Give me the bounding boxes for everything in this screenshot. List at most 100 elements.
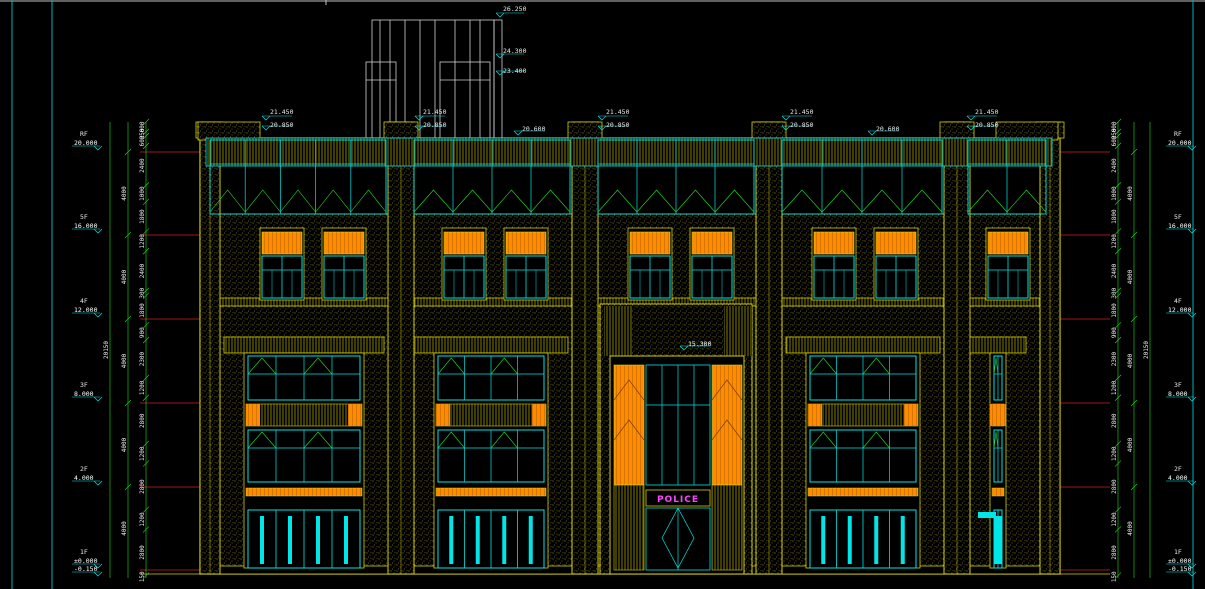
dim-segment: 1800 [139,303,146,318]
level-marker [1187,396,1197,402]
pilaster-cap [567,121,603,139]
level-value: -0.150 [1168,565,1192,573]
pilaster-cap [751,121,787,139]
bay-spandrel-orange [532,404,546,426]
bay-spandrel-orange [808,404,822,426]
elevation-drawing: POLICE 26.250 24.300 23.400 21.450 20.850… [0,0,1205,589]
window-orange-head [505,231,547,255]
bay-header [223,336,385,354]
dim-floor-height: 4000 [1127,521,1134,536]
dim-segment: 2800 [1111,479,1118,494]
dim-floor-height: 4000 [121,186,128,201]
elev-roof-low: 23.400 [495,67,527,76]
parapet-elevation-bottom: 20.850 [606,121,630,129]
parapet-marker [781,115,791,121]
dim-segment: 1200 [139,380,146,395]
dim-segment: 2400 [1111,263,1118,278]
level-value: 8.000 [1168,390,1188,398]
parapet-elevation-top: 21.450 [975,108,999,116]
dim-segment: 1200 [1111,446,1118,461]
bay-spandrel [245,403,363,427]
level-marker [93,396,103,402]
door-handle-bar [998,516,1002,564]
level-floor-name: RF [80,130,88,138]
elev-roof-peak: 26.250 [495,5,527,18]
dim-floor-height: 4000 [1127,269,1134,284]
dim-floor-height: 4000 [121,269,128,284]
dim-floor-height: 4000 [121,521,128,536]
dim-segment: 1200 [1111,512,1118,527]
dim-floor-height: 4000 [121,437,128,452]
level-value: 20.000 [1168,139,1192,147]
bay-spandrel-orange [990,404,1004,426]
dim-segment: 2400 [139,263,146,278]
dim-segment: 2400 [139,158,146,173]
window-orange-head [629,231,671,255]
level-floor-name: 2F [80,465,88,473]
parapet-marker [414,115,424,121]
bay-header [413,336,569,354]
svg-text:20.600: 20.600 [522,125,546,133]
dim-segment: 1800 [139,209,146,224]
door-handle-bar [900,516,905,564]
door-handle-bar [502,516,507,564]
bay-spandrel-orange [246,404,260,426]
level-value: 16.000 [74,222,98,230]
level-floor-name: 1F [80,548,88,556]
window-orange-head [323,231,365,255]
main-entrance: POLICE [599,303,753,575]
bay-header [969,336,1027,354]
dim-floor-height: 4000 [121,353,128,368]
parapet-elevation-top: 21.450 [270,108,294,116]
dim-segment: 2800 [139,545,146,560]
level-marker [93,480,103,486]
parapet-marker [261,115,271,121]
level-floor-name: 4F [80,297,88,305]
parapet-elevation-bottom: 20.850 [975,121,999,129]
bay-spandrel-orange [436,404,450,426]
parapet-elevation-bottom: 20.850 [423,121,447,129]
bay-sill-orange [435,487,547,497]
level-floor-name: 5F [80,213,88,221]
parapet-marker [261,125,271,131]
entrance-left-orange-panel [613,364,645,486]
dim-segment: 1200 [139,234,146,249]
dim-segment: 2300 [1111,351,1118,366]
left-level-marks: RF20.000 5F16.000 4F12.000 3F8.000 2F4.000 1F… [72,130,103,577]
dim-overall: 20150 [103,341,110,359]
dim-floor-height: 4000 [1127,437,1134,452]
svg-text:26.250: 26.250 [503,5,527,13]
door-handle-bar [344,516,348,564]
pilaster-cap [383,121,419,139]
level-value: 20.000 [74,139,98,147]
door-handle-bar [821,516,826,564]
door-handle-bar [316,516,320,564]
bay-spandrel-orange [904,404,918,426]
dim-segment: 2800 [139,479,146,494]
level-marker [1187,480,1197,486]
level-floor-name: 1F [1174,548,1182,556]
dim-segment: 1200 [139,512,146,527]
dim-segment: 1800 [1111,209,1118,224]
dim-floor-height: 4000 [1127,353,1134,368]
dim-segment: 2800 [139,413,146,428]
parapet-marker [597,115,607,121]
dim-floor-height: 4000 [1127,186,1134,201]
entrance-sign: POLICE [657,495,699,505]
door-handle-bar [475,516,480,564]
svg-text:15.300: 15.300 [688,340,712,348]
window-orange-head [987,231,1029,255]
parapet-elevation-bottom: 20.850 [270,121,294,129]
door-handle-bar [847,516,852,564]
right-dimension-chain: 2015040004000400040004000600250600240010… [1111,118,1151,582]
dim-segment: 1200 [139,446,146,461]
door-handle-bar [260,516,264,564]
svg-text:20.600: 20.600 [876,125,900,133]
entrance-right-orange-panel [711,364,743,486]
window-orange-head [691,231,733,255]
parapet-right [995,121,1059,141]
level-floor-name: 4F [1174,297,1182,305]
level-floor-name: 3F [1174,381,1182,389]
dim-overall: 20150 [1143,341,1150,359]
parapet-marker [966,115,976,121]
